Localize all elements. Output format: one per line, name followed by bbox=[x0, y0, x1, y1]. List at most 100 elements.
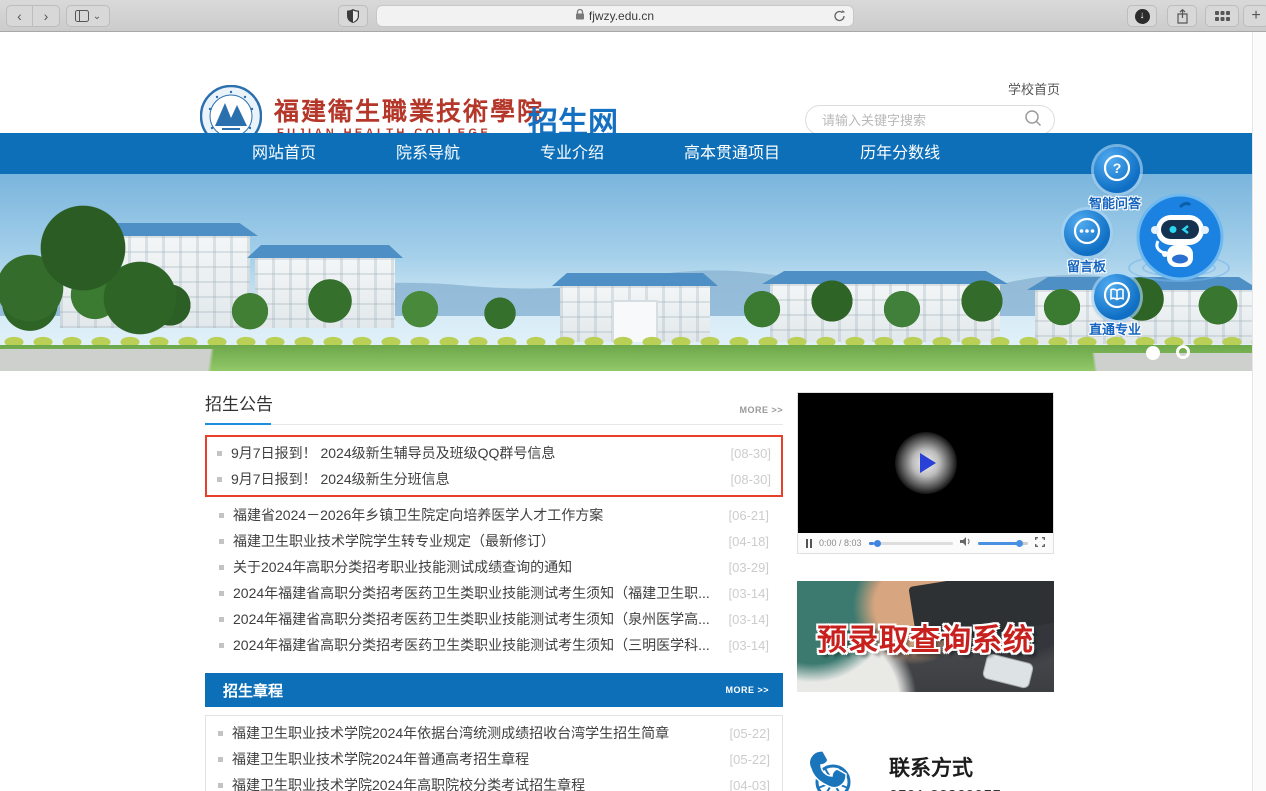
news-item[interactable]: 9月7日报到！ 2024级新生辅导员及班级QQ群号信息 [08-30] bbox=[217, 440, 771, 466]
ellipsis-circle-icon bbox=[1072, 216, 1102, 251]
pre-admission-query-banner[interactable]: 预录取查询系统 bbox=[797, 581, 1054, 692]
bullet-icon bbox=[219, 539, 224, 544]
bullet-icon bbox=[217, 477, 222, 482]
highlighted-news-box: 9月7日报到！ 2024级新生辅导员及班级QQ群号信息 [08-30] 9月7日… bbox=[205, 435, 783, 497]
pause-button[interactable] bbox=[806, 539, 812, 548]
bullet-icon bbox=[219, 643, 224, 648]
news-title: 2024年福建省高职分类招考医药卫生类职业技能测试考生须知（福建卫生职... bbox=[233, 583, 717, 603]
video-controls: 0:00 / 8:03 bbox=[798, 533, 1053, 553]
announcements-header: 招生公告 MORE >> bbox=[205, 390, 783, 425]
pre-admission-query-label: 预录取查询系统 bbox=[817, 615, 1034, 659]
privacy-shield-button[interactable] bbox=[338, 5, 368, 27]
fullscreen-icon[interactable] bbox=[1035, 534, 1045, 552]
address-bar[interactable]: fjwzy.edu.cn bbox=[376, 5, 854, 27]
bullet-icon bbox=[219, 617, 224, 622]
carousel-dot-active[interactable] bbox=[1146, 346, 1160, 360]
video-progress-bar[interactable] bbox=[869, 542, 953, 545]
tab-overview-button[interactable] bbox=[1205, 5, 1239, 27]
bullet-icon bbox=[219, 591, 224, 596]
plus-icon: + bbox=[1251, 7, 1260, 25]
bullet-icon bbox=[219, 513, 224, 518]
page-scrollbar[interactable] bbox=[1252, 32, 1266, 791]
news-item[interactable]: 关于2024年高职分类招考职业技能测试成绩查询的通知 [03-29] bbox=[219, 554, 769, 580]
news-title: 福建省2024－2026年乡镇卫生院定向培养医学人才工作方案 bbox=[233, 505, 717, 525]
forward-button[interactable]: › bbox=[33, 5, 60, 27]
news-date: [03-14] bbox=[729, 586, 769, 601]
news-title: 福建卫生职业技术学院学生转专业规定（最新修订） bbox=[233, 531, 717, 551]
news-item[interactable]: 福建卫生职业技术学院2024年高职院校分类考试招生章程 [04-03] bbox=[218, 772, 770, 791]
nav-item[interactable]: 高本贯通项目 bbox=[644, 133, 820, 174]
phone-globe-icon bbox=[801, 746, 857, 791]
share-button[interactable] bbox=[1167, 5, 1197, 27]
banner-road-left bbox=[0, 349, 360, 371]
refresh-icon[interactable] bbox=[833, 9, 846, 26]
nav-item[interactable]: 专业介绍 bbox=[500, 133, 644, 174]
announcements-section: 招生公告 MORE >> 9月7日报到！ 2024级新生辅导员及班级QQ群号信息… bbox=[205, 390, 783, 791]
carousel-dot[interactable] bbox=[1176, 345, 1190, 359]
message-board-label[interactable]: 留言板 bbox=[1067, 256, 1106, 275]
volume-icon[interactable] bbox=[960, 534, 971, 552]
news-item[interactable]: 福建卫生职业技术学院学生转专业规定（最新修订） [04-18] bbox=[219, 528, 769, 554]
bullet-icon bbox=[218, 731, 223, 736]
news-title: 福建卫生职业技术学院2024年高职院校分类考试招生章程 bbox=[232, 775, 718, 791]
majors-guide-button[interactable] bbox=[1094, 274, 1140, 320]
contact-title: 联系方式 bbox=[889, 752, 973, 782]
smart-qa-label[interactable]: 智能问答 bbox=[1089, 193, 1141, 212]
news-title: 关于2024年高职分类招考职业技能测试成绩查询的通知 bbox=[233, 557, 717, 577]
campus-banner-image[interactable] bbox=[0, 174, 1252, 371]
download-icon: ↓ bbox=[1135, 9, 1150, 24]
college-name-calligraphy: 福建衛生職業技術學院 bbox=[274, 92, 544, 128]
news-item[interactable]: 9月7日报到！ 2024级新生分班信息 [08-30] bbox=[217, 466, 771, 492]
downloads-button[interactable]: ↓ bbox=[1127, 5, 1157, 27]
bullet-icon bbox=[219, 565, 224, 570]
news-item[interactable]: 福建省2024－2026年乡镇卫生院定向培养医学人才工作方案 [06-21] bbox=[219, 502, 769, 528]
search-icon[interactable] bbox=[1024, 109, 1042, 132]
sidebar-icon bbox=[75, 10, 89, 22]
smart-qa-button[interactable]: ? bbox=[1094, 147, 1140, 193]
news-item[interactable]: 2024年福建省高职分类招考医药卫生类职业技能测试考生须知（福建卫生职... [… bbox=[219, 580, 769, 606]
news-list: 福建省2024－2026年乡镇卫生院定向培养医学人才工作方案 [06-21] 福… bbox=[205, 502, 783, 658]
nav-item[interactable]: 历年分数线 bbox=[820, 133, 980, 174]
bullet-icon bbox=[217, 451, 222, 456]
play-button[interactable] bbox=[895, 432, 957, 494]
school-home-link[interactable]: 学校首页 bbox=[1008, 79, 1060, 98]
forward-icon: › bbox=[44, 8, 49, 24]
share-icon bbox=[1176, 9, 1189, 24]
search-box bbox=[805, 105, 1055, 135]
video-screen[interactable] bbox=[798, 393, 1053, 533]
news-date: [04-18] bbox=[729, 534, 769, 549]
back-button[interactable]: ‹ bbox=[6, 5, 33, 27]
message-board-button[interactable] bbox=[1064, 210, 1110, 256]
majors-guide-label[interactable]: 直通专业 bbox=[1089, 319, 1141, 338]
new-tab-button[interactable]: + bbox=[1243, 5, 1266, 27]
charter-more-link[interactable]: MORE >> bbox=[725, 685, 769, 695]
chevron-down-icon: ⌄ bbox=[93, 11, 101, 22]
news-item[interactable]: 福建卫生职业技术学院2024年依据台湾统测成绩招收台湾学生招生简章 [05-22… bbox=[218, 720, 770, 746]
news-title: 福建卫生职业技术学院2024年普通高考招生章程 bbox=[232, 749, 718, 769]
nav-item[interactable]: 网站首页 bbox=[212, 133, 356, 174]
nav-item[interactable]: 院系导航 bbox=[356, 133, 500, 174]
news-item[interactable]: 2024年福建省高职分类招考医药卫生类职业技能测试考生须知（三明医学科... [… bbox=[219, 632, 769, 658]
news-item[interactable]: 2024年福建省高职分类招考医药卫生类职业技能测试考生须知（泉州医学高... [… bbox=[219, 606, 769, 632]
announcements-more-link[interactable]: MORE >> bbox=[739, 405, 783, 415]
news-title: 2024年福建省高职分类招考医药卫生类职业技能测试考生须知（泉州医学高... bbox=[233, 609, 717, 629]
tab-grid-icon bbox=[1215, 11, 1230, 22]
volume-slider[interactable] bbox=[978, 542, 1028, 545]
news-item[interactable]: 福建卫生职业技术学院2024年普通高考招生章程 [05-22] bbox=[218, 746, 770, 772]
banner-road-right bbox=[952, 353, 1252, 371]
browser-toolbar: ‹ › ⌄ fjwzy.edu.cn ↓ bbox=[0, 0, 1266, 32]
news-date: [08-30] bbox=[731, 446, 771, 461]
news-date: [05-22] bbox=[730, 726, 770, 741]
site-header: 福建衛生職業技術學院 FUJIAN HEALTH COLLEGE 招生网 学校首… bbox=[0, 32, 1252, 133]
search-input[interactable] bbox=[822, 113, 1024, 128]
news-date: [03-14] bbox=[729, 638, 769, 653]
news-title: 2024年福建省高职分类招考医药卫生类职业技能测试考生须知（三明医学科... bbox=[233, 635, 717, 655]
video-time: 0:00 / 8:03 bbox=[819, 538, 862, 548]
robot-mascot[interactable] bbox=[1136, 193, 1224, 281]
book-circle-icon bbox=[1102, 280, 1132, 315]
news-date: [04-03] bbox=[730, 778, 770, 791]
sidebar-toggle-button[interactable]: ⌄ bbox=[66, 5, 110, 27]
video-player: 0:00 / 8:03 bbox=[797, 392, 1054, 554]
charter-list: 福建卫生职业技术学院2024年依据台湾统测成绩招收台湾学生招生简章 [05-22… bbox=[205, 715, 783, 791]
contact-block: 联系方式 0591-22869955 bbox=[797, 714, 1054, 791]
